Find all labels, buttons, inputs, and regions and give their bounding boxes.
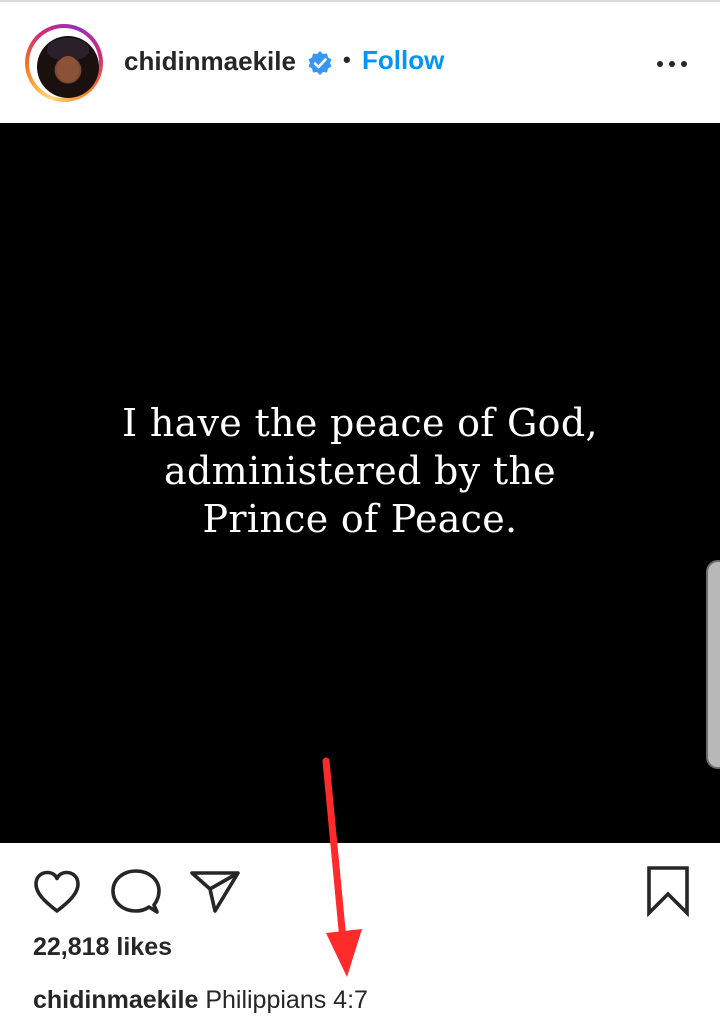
- caption: chidinmaekile Philippians 4:7: [33, 984, 368, 1016]
- header-separator: •: [343, 47, 351, 72]
- image-quote: I have the peace of God, administered by…: [0, 399, 720, 543]
- follow-button[interactable]: Follow: [362, 43, 444, 77]
- heart-icon[interactable]: [32, 869, 82, 915]
- avatar-story-ring[interactable]: [25, 24, 103, 102]
- post-image[interactable]: I have the peace of God, administered by…: [0, 123, 720, 843]
- likes-count[interactable]: 22,818 likes: [33, 931, 172, 963]
- bookmark-icon[interactable]: [644, 865, 692, 917]
- verified-badge-icon: [308, 51, 332, 75]
- comment-icon[interactable]: [110, 867, 162, 917]
- quote-line: administered by the: [164, 449, 556, 493]
- post-header: chidinmaekile • Follow: [0, 2, 720, 122]
- scroll-handle[interactable]: [706, 560, 720, 769]
- quote-line: Prince of Peace.: [202, 497, 518, 541]
- avatar: [37, 36, 99, 98]
- username-link[interactable]: chidinmaekile: [124, 45, 296, 77]
- caption-text: Philippians 4:7: [205, 986, 368, 1014]
- share-icon[interactable]: [188, 867, 242, 915]
- caption-username[interactable]: chidinmaekile: [33, 986, 198, 1014]
- annotation-arrow: [322, 757, 362, 977]
- quote-line: I have the peace of God,: [122, 401, 598, 445]
- more-options-icon[interactable]: [654, 54, 690, 74]
